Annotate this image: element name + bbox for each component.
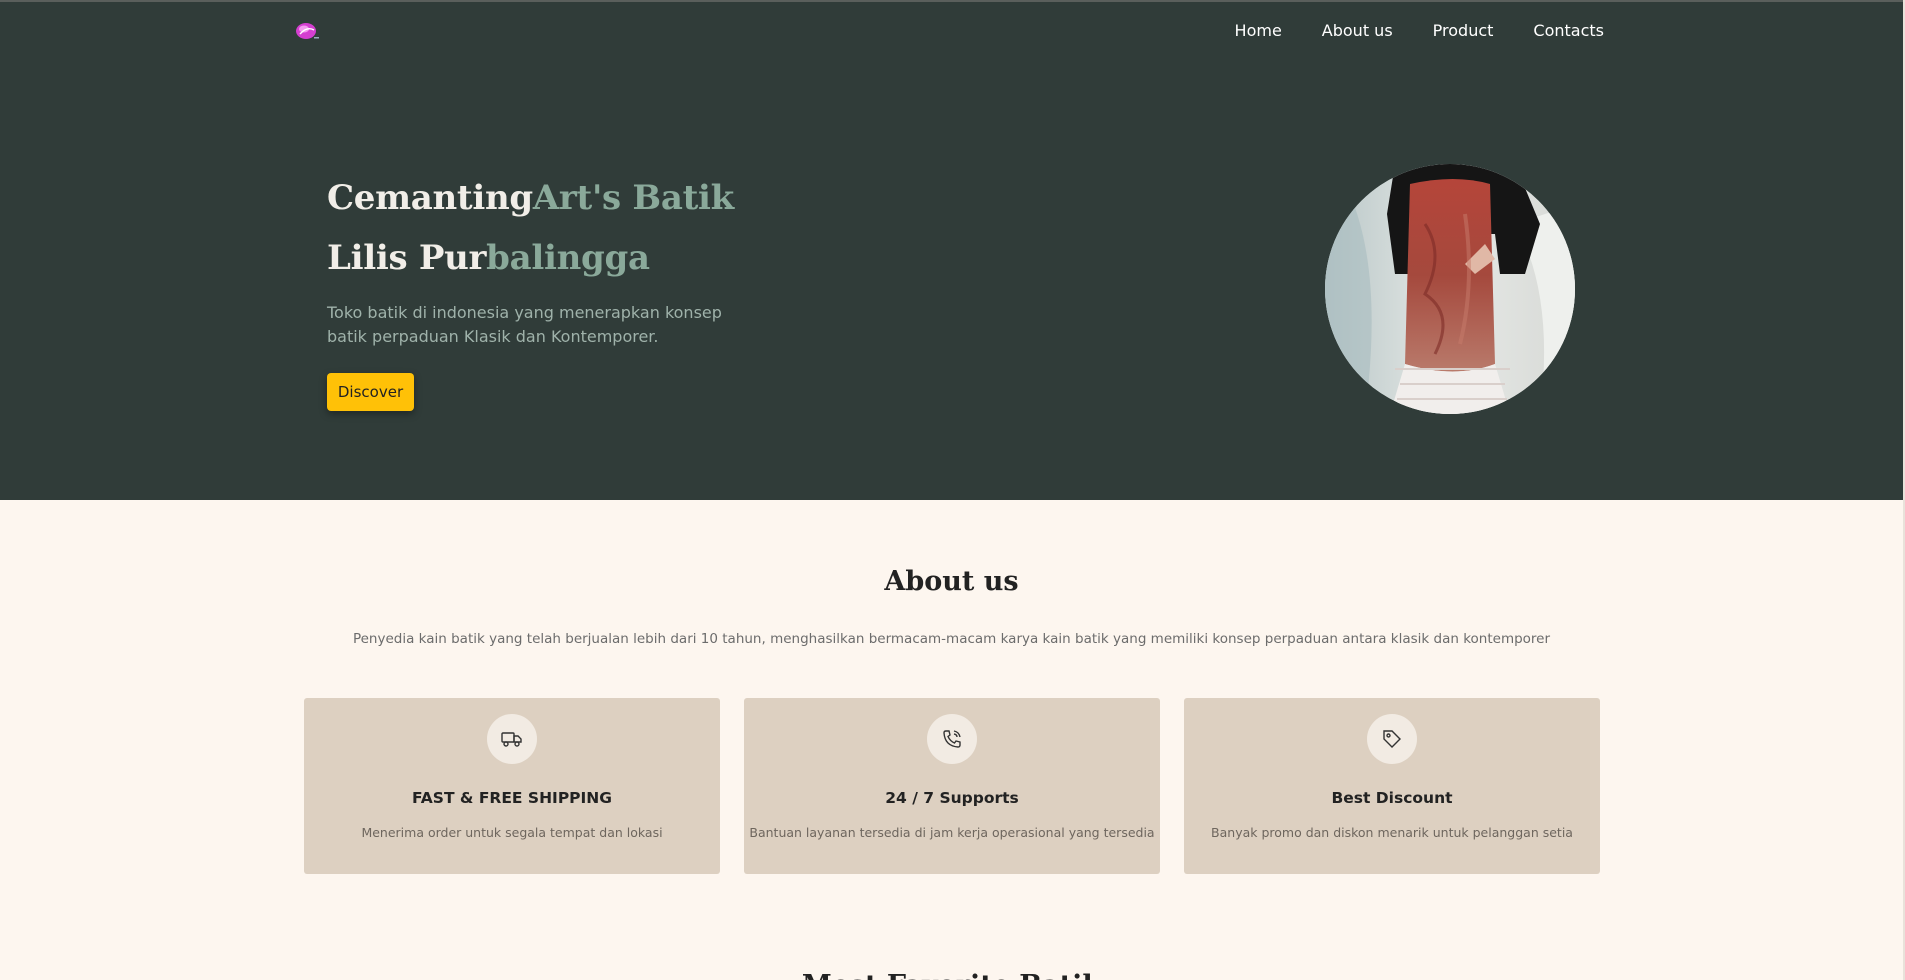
truck-icon (487, 714, 537, 764)
card-description: Bantuan layanan tersedia di jam kerja op… (749, 825, 1155, 840)
discover-button[interactable]: Discover (327, 373, 414, 411)
feature-card-support: 24 / 7 Supports Bantuan layanan tersedia… (744, 698, 1160, 874)
about-description: Penyedia kain batik yang telah berjualan… (352, 631, 1551, 647)
card-description: Menerima order untuk segala tempat dan l… (361, 825, 663, 840)
feature-card-discount: Best Discount Banyak promo dan diskon me… (1184, 698, 1600, 874)
nav-contacts[interactable]: Contacts (1533, 21, 1604, 40)
tag-icon (1367, 714, 1417, 764)
hero-section (0, 0, 1903, 500)
hero-title: CemantingArt's Batik Lilis Purbalingga (327, 168, 734, 288)
hero-title-line2: Lilis Purbalingga (327, 238, 650, 278)
nav-home[interactable]: Home (1235, 21, 1282, 40)
main-nav: Home About us Product Contacts (1235, 21, 1604, 40)
card-title: FAST & FREE SHIPPING (411, 789, 613, 807)
nav-product[interactable]: Product (1433, 21, 1494, 40)
card-title: Best Discount (1331, 789, 1453, 807)
favorite-batik-title: Most Favorite Batik (0, 968, 1903, 980)
hero-product-photo (1325, 164, 1575, 414)
nav-about-us[interactable]: About us (1322, 21, 1393, 40)
phone-icon (927, 714, 977, 764)
hero-description: Toko batik di indonesia yang menerapkan … (327, 303, 722, 346)
top-border (0, 0, 1905, 2)
hero-title-line1: CemantingArt's Batik (327, 178, 734, 218)
card-description: Banyak promo dan diskon menarik untuk pe… (1211, 825, 1573, 840)
brand-logo-icon[interactable] (294, 20, 320, 42)
about-title: About us (884, 566, 1019, 597)
card-title: 24 / 7 Supports (885, 789, 1019, 807)
feature-card-shipping: FAST & FREE SHIPPING Menerima order untu… (304, 698, 720, 874)
